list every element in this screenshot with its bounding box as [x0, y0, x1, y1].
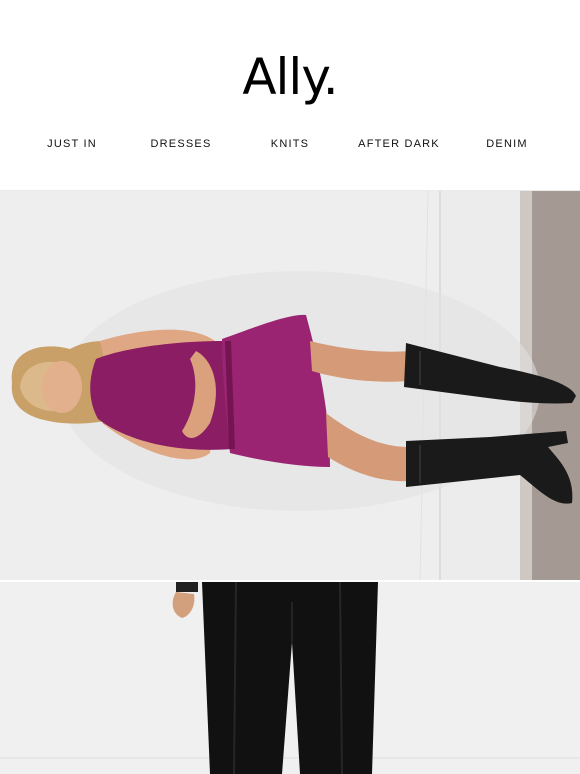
nav-item-knits[interactable]: KNITS	[271, 138, 309, 150]
email-header: Ally. JUST IN DRESSES KNITS AFTER DARK D…	[0, 0, 580, 190]
nav-item-denim[interactable]: DENIM	[486, 138, 527, 150]
category-nav: JUST IN DRESSES KNITS AFTER DARK DENIM	[0, 138, 580, 152]
second-product-image[interactable]	[0, 582, 580, 774]
nav-item-just-in[interactable]: JUST IN	[47, 138, 97, 150]
brand-logo[interactable]: Ally.	[0, 52, 580, 102]
hero-photo-illustration	[0, 191, 580, 580]
nav-item-dresses[interactable]: DRESSES	[151, 138, 212, 150]
nav-item-after-dark[interactable]: AFTER DARK	[358, 138, 440, 150]
second-photo-illustration	[0, 582, 580, 774]
face	[42, 361, 82, 413]
hero-product-image[interactable]	[0, 190, 580, 580]
